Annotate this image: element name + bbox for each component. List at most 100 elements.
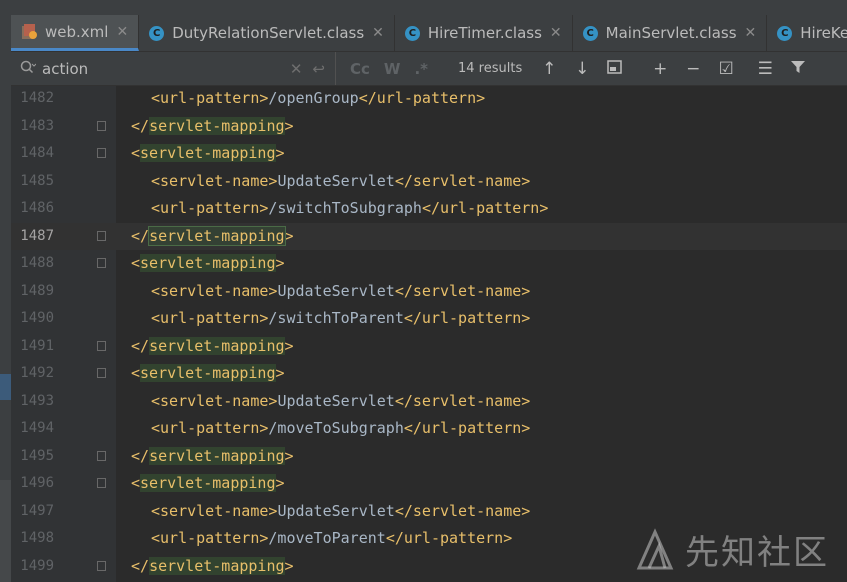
xml-file-icon bbox=[21, 23, 38, 40]
tag-bracket: < bbox=[131, 254, 141, 272]
code-text: <servlet-mapping> bbox=[131, 360, 285, 388]
tag-name: servlet-mapping bbox=[149, 446, 285, 465]
fold-marker-icon[interactable] bbox=[97, 450, 106, 461]
tabbar-spacer bbox=[11, 0, 847, 15]
tab-hire-timer[interactable]: C HireTimer.class ✕ bbox=[395, 15, 573, 51]
find-input-container[interactable]: action ✕ ↩ bbox=[11, 52, 336, 85]
tab-duty-relation-servlet[interactable]: C DutyRelationServlet.class ✕ bbox=[139, 15, 395, 51]
regex-toggle[interactable]: .* bbox=[414, 60, 428, 78]
code-text: <servlet-name>UpdateServlet</servlet-nam… bbox=[151, 168, 530, 196]
tag-bracket: < bbox=[131, 364, 141, 382]
fold-marker-icon[interactable] bbox=[97, 560, 106, 571]
code-line[interactable]: 1483 </servlet-mapping> bbox=[11, 113, 847, 141]
open-tag: <url-pattern> bbox=[151, 529, 269, 547]
remove-occurrence-icon[interactable]: − bbox=[684, 59, 702, 79]
tag-bracket: > bbox=[284, 226, 294, 245]
close-tag: </servlet-name> bbox=[394, 281, 531, 300]
code-line[interactable]: 1488 <servlet-mapping> bbox=[11, 250, 847, 278]
add-occurrence-icon[interactable]: + bbox=[651, 59, 669, 79]
filter-settings-icon[interactable]: ☰ bbox=[756, 59, 774, 79]
tag-name: servlet-mapping bbox=[149, 556, 285, 575]
code-line[interactable]: 1493 <servlet-name>UpdateServlet</servlet… bbox=[11, 388, 847, 416]
code-line[interactable]: 1487 </servlet-mapping> bbox=[11, 222, 847, 250]
fold-marker-icon[interactable] bbox=[97, 340, 106, 351]
project-tool-marker[interactable] bbox=[0, 374, 11, 400]
fold-marker-icon[interactable] bbox=[97, 478, 106, 488]
code-editor[interactable]: 1482 <url-pattern>/openGroup</url-pattern… bbox=[11, 86, 847, 582]
close-icon[interactable]: ✕ bbox=[372, 25, 384, 41]
tab-hire-keyw[interactable]: C HireKeyw bbox=[767, 15, 847, 51]
fold-marker-icon[interactable] bbox=[97, 120, 106, 131]
code-text: <servlet-mapping> bbox=[131, 250, 285, 278]
tab-web-xml[interactable]: web.xml ✕ bbox=[11, 15, 140, 51]
code-line[interactable]: 1496 <servlet-mapping> bbox=[11, 470, 847, 498]
open-tag: <url-pattern> bbox=[151, 199, 269, 217]
tag-name: servlet-mapping bbox=[148, 225, 286, 246]
code-text: <url-pattern>/moveToSubgraph</url-patter… bbox=[151, 415, 530, 443]
code-line[interactable]: 1494 <url-pattern>/moveToSubgraph</url-pa… bbox=[11, 415, 847, 443]
structure-tool-marker[interactable] bbox=[0, 480, 11, 582]
words-toggle[interactable]: W bbox=[384, 60, 401, 78]
line-number: 1497 bbox=[20, 502, 54, 519]
new-line-icon[interactable]: ↩ bbox=[312, 60, 325, 78]
code-line[interactable]: 1484 <servlet-mapping> bbox=[11, 140, 847, 168]
fold-marker-icon[interactable] bbox=[97, 148, 106, 158]
code-line[interactable]: 1482 <url-pattern>/openGroup</url-pattern… bbox=[11, 85, 847, 113]
fold-marker-icon[interactable] bbox=[97, 368, 106, 378]
line-number: 1491 bbox=[20, 337, 54, 354]
select-all-occurrences-icon[interactable] bbox=[606, 59, 624, 79]
tag-bracket: > bbox=[284, 556, 294, 575]
code-text: <servlet-name>UpdateServlet</servlet-nam… bbox=[151, 388, 530, 416]
code-text: <servlet-mapping> bbox=[131, 140, 285, 168]
fold-marker-icon[interactable] bbox=[97, 230, 106, 241]
filter-icon[interactable] bbox=[789, 59, 807, 79]
fold-marker-icon[interactable] bbox=[97, 258, 106, 268]
code-line[interactable]: 1492 <servlet-mapping> bbox=[11, 360, 847, 388]
line-number: 1490 bbox=[20, 310, 54, 326]
results-count: 14 results bbox=[458, 61, 523, 76]
code-line[interactable]: 1485 <servlet-name>UpdateServlet</servlet… bbox=[11, 168, 847, 196]
tag-bracket: > bbox=[284, 116, 294, 135]
line-number: 1485 bbox=[20, 172, 54, 189]
code-line[interactable]: 1486 <url-pattern>/switchToSubgraph</url-… bbox=[11, 195, 847, 223]
code-line[interactable]: 1491 </servlet-mapping> bbox=[11, 333, 847, 361]
select-occurrences-icon[interactable]: ☑ bbox=[717, 59, 735, 79]
tag-bracket: > bbox=[275, 474, 285, 492]
code-line[interactable]: 1490 <url-pattern>/switchToParent</url-pa… bbox=[11, 305, 847, 333]
code-text: </servlet-mapping> bbox=[131, 333, 294, 361]
search-input[interactable]: action bbox=[42, 60, 290, 78]
line-number: 1499 bbox=[20, 557, 54, 574]
code-line[interactable]: 1495 </servlet-mapping> bbox=[11, 443, 847, 471]
tag-content: /switchToParent bbox=[268, 309, 404, 327]
editor-tabs: web.xml ✕ C DutyRelationServlet.class ✕ … bbox=[11, 15, 847, 52]
line-number: 1487 bbox=[20, 227, 54, 244]
clear-icon[interactable]: ✕ bbox=[290, 60, 303, 78]
tag-bracket: </ bbox=[131, 556, 150, 575]
tag-name: servlet-mapping bbox=[149, 336, 285, 355]
code-text: <url-pattern>/moveToParent</url-pattern> bbox=[151, 525, 512, 553]
next-occurrence-icon[interactable]: ↓ bbox=[573, 59, 591, 79]
close-icon[interactable]: ✕ bbox=[116, 24, 128, 40]
tab-label: HireKeyw bbox=[800, 24, 847, 42]
previous-occurrence-icon[interactable]: ↑ bbox=[540, 59, 558, 79]
close-icon[interactable]: ✕ bbox=[745, 25, 757, 41]
open-tag: <servlet-name> bbox=[151, 281, 278, 300]
code-text: <url-pattern>/switchToParent</url-patter… bbox=[151, 305, 530, 333]
tag-name: servlet-mapping bbox=[149, 116, 285, 135]
close-icon[interactable]: ✕ bbox=[550, 25, 562, 41]
code-text: <servlet-name>UpdateServlet</servlet-nam… bbox=[151, 278, 530, 306]
tab-label: MainServlet.class bbox=[605, 24, 737, 42]
match-case-toggle[interactable]: Cc bbox=[350, 60, 370, 78]
tag-bracket: </ bbox=[131, 336, 150, 355]
code-line[interactable]: 1489 <servlet-name>UpdateServlet</servlet… bbox=[11, 278, 847, 306]
class-icon: C bbox=[582, 25, 598, 41]
line-number: 1492 bbox=[20, 365, 54, 381]
tag-bracket: > bbox=[275, 254, 285, 272]
tag-name: servlet-mapping bbox=[140, 474, 276, 492]
tag-content: UpdateServlet bbox=[277, 281, 395, 300]
tag-content: UpdateServlet bbox=[277, 391, 395, 410]
code-line[interactable]: 1497 <servlet-name>UpdateServlet</servlet… bbox=[11, 498, 847, 526]
tab-main-servlet[interactable]: C MainServlet.class ✕ bbox=[573, 15, 768, 51]
search-icon[interactable] bbox=[20, 60, 37, 78]
class-icon: C bbox=[404, 25, 420, 41]
